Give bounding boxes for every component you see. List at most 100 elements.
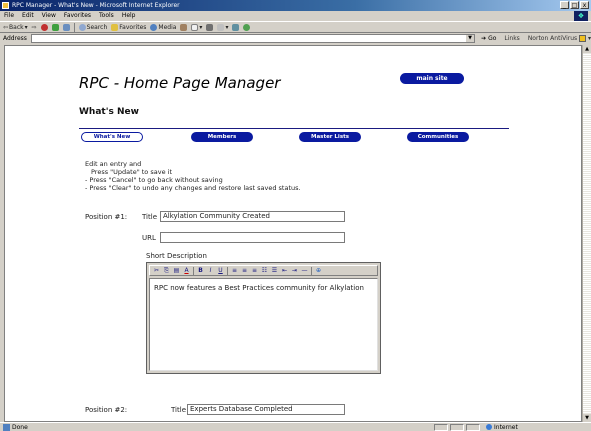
window-controls: _ □ x <box>560 1 589 9</box>
close-button[interactable]: x <box>580 1 589 9</box>
zone-label: Internet <box>494 423 518 431</box>
insert-link-icon[interactable]: ⊕ <box>314 266 323 275</box>
address-input[interactable]: ▼ <box>30 34 476 43</box>
search-label: Search <box>86 23 108 31</box>
horizontal-rule-icon[interactable]: — <box>300 266 309 275</box>
url-1-label: URL <box>142 234 156 242</box>
menu-favorites[interactable]: Favorites <box>64 11 91 21</box>
vertical-scrollbar[interactable]: ▲ ▼ <box>582 45 591 422</box>
status-bar: Done Internet <box>0 422 591 431</box>
status-text: Done <box>12 423 28 431</box>
norton-label: Norton AntiVirus <box>527 35 578 42</box>
discuss-button[interactable] <box>232 23 240 31</box>
security-zone: Internet <box>486 424 518 431</box>
bold-icon[interactable]: B <box>196 266 205 275</box>
address-label: Address <box>3 35 27 42</box>
minimize-button[interactable]: _ <box>560 1 569 9</box>
search-button[interactable]: Search <box>78 23 108 31</box>
menu-edit[interactable]: Edit <box>22 11 34 21</box>
messenger-icon <box>243 23 251 31</box>
align-center-icon[interactable]: ≡ <box>240 266 249 275</box>
rich-text-editor: ✂ ⎘ ▤ A B I U ≡ ≡ ≡ ☷ ☰ ⇤ ⇥ — ⊕ RPC now … <box>146 262 381 374</box>
forward-arrow-icon: ⇨ <box>31 23 37 31</box>
print-button[interactable] <box>206 23 214 31</box>
links-button[interactable]: Links <box>504 35 519 42</box>
history-icon <box>180 23 188 31</box>
instruction-line: Press "Update" to save it <box>91 168 172 176</box>
favorites-label: Favorites <box>119 23 147 31</box>
italic-icon[interactable]: I <box>206 266 215 275</box>
title-2-label: Title <box>171 406 187 414</box>
edit-button[interactable]: ▾ <box>217 23 229 31</box>
stop-button[interactable] <box>40 23 48 31</box>
history-button[interactable] <box>180 23 188 31</box>
window-titlebar: RPC Manager - What's New - Microsoft Int… <box>0 0 591 11</box>
underline-icon[interactable]: U <box>216 266 225 275</box>
refresh-button[interactable] <box>51 23 59 31</box>
media-button[interactable]: Media <box>150 23 177 31</box>
editor-toolbar: ✂ ⎘ ▤ A B I U ≡ ≡ ≡ ☷ ☰ ⇤ ⇥ — ⊕ <box>149 265 378 276</box>
ordered-list-icon[interactable]: ☷ <box>260 266 269 275</box>
discuss-icon <box>232 23 240 31</box>
chevron-down-icon: ▾ <box>225 23 229 31</box>
windows-logo-icon: ❖ <box>574 11 588 21</box>
url-1-input[interactable] <box>160 232 345 243</box>
status-cell <box>466 423 480 431</box>
font-color-icon[interactable]: A <box>182 266 191 275</box>
norton-antivirus-button[interactable]: Norton AntiVirus ▾ <box>528 35 591 42</box>
position-2-label: Position #2: <box>85 406 128 414</box>
title-2-input[interactable]: Experts Database Completed <box>187 404 345 415</box>
paste-icon[interactable]: ▤ <box>172 266 181 275</box>
scroll-up-icon[interactable]: ▲ <box>583 45 591 53</box>
address-bar: Address ▼ ➔ Go Links Norton AntiVirus ▾ <box>0 33 591 44</box>
outdent-icon[interactable]: ⇤ <box>280 266 289 275</box>
chevron-down-icon: ▾ <box>24 23 28 31</box>
media-label: Media <box>158 23 177 31</box>
description-editor-area[interactable]: RPC now features a Best Practices commun… <box>149 278 378 371</box>
stop-icon <box>40 23 48 31</box>
title-1-label: Title <box>142 213 158 221</box>
menubar: File Edit View Favorites Tools Help ❖ <box>0 11 591 21</box>
menu-file[interactable]: File <box>4 11 14 21</box>
menu-help[interactable]: Help <box>122 11 136 21</box>
main-site-button[interactable]: main site <box>400 73 464 84</box>
chevron-down-icon[interactable]: ▼ <box>466 35 475 42</box>
forward-button[interactable]: ⇨ <box>32 24 37 31</box>
go-button[interactable]: ➔ Go <box>481 35 496 42</box>
go-arrow-icon: ➔ <box>481 35 487 42</box>
unordered-list-icon[interactable]: ☰ <box>270 266 279 275</box>
tab-communities[interactable]: Communities <box>407 132 469 142</box>
messenger-button[interactable] <box>243 23 251 31</box>
menu-tools[interactable]: Tools <box>99 11 114 21</box>
back-label: Back <box>9 23 24 31</box>
instruction-line: - Press "Clear" to undo any changes and … <box>85 184 301 192</box>
position-1-label: Position #1: <box>85 213 128 221</box>
ie-app-icon <box>2 2 9 9</box>
edit-icon <box>217 23 225 31</box>
mail-button[interactable]: ▾ <box>191 23 203 31</box>
maximize-button[interactable]: □ <box>570 1 579 9</box>
home-icon <box>62 23 70 31</box>
tab-master-lists[interactable]: Master Lists <box>299 132 361 142</box>
title-1-input[interactable]: Alkylation Community Created <box>160 211 345 222</box>
tab-whats-new[interactable]: What's New <box>81 132 143 142</box>
copy-icon[interactable]: ⎘ <box>162 266 171 275</box>
menu-view[interactable]: View <box>42 11 56 21</box>
tab-members[interactable]: Members <box>191 132 253 142</box>
home-button[interactable] <box>62 23 70 31</box>
chevron-down-icon: ▾ <box>199 23 203 31</box>
indent-icon[interactable]: ⇥ <box>290 266 299 275</box>
cut-icon[interactable]: ✂ <box>152 266 161 275</box>
page-icon <box>3 423 10 431</box>
align-left-icon[interactable]: ≡ <box>230 266 239 275</box>
instruction-line: Edit an entry and <box>85 160 142 168</box>
nav-divider <box>79 128 509 129</box>
toolbar-separator <box>193 266 194 275</box>
scroll-down-icon[interactable]: ▼ <box>583 414 591 422</box>
instruction-line: - Press "Cancel" to go back without savi… <box>85 176 223 184</box>
back-button[interactable]: ⇦ Back ▾ <box>3 24 28 31</box>
align-right-icon[interactable]: ≡ <box>250 266 259 275</box>
toolbar-separator <box>73 22 75 32</box>
go-label: Go <box>488 35 497 42</box>
favorites-button[interactable]: Favorites <box>111 23 147 31</box>
